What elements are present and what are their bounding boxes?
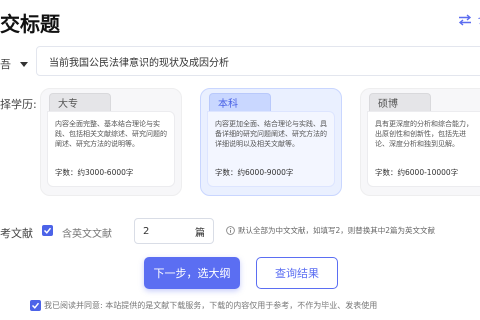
swap-arrows-icon: [458, 13, 472, 26]
education-label: 择学历:: [0, 98, 37, 111]
references-label: 考文献: [0, 227, 33, 240]
check-icon: [31, 302, 40, 309]
english-refs-count-input[interactable]: 2 篇: [134, 218, 214, 244]
check-icon: [43, 227, 52, 234]
language-value: 吾: [0, 58, 11, 71]
essay-form-page: 交标题 切 吾 当前我国公民法律意识的现状及成因分析 择学历: 大专 内容全面完…: [0, 0, 480, 320]
level-description: 内容更加全面、结合理论与实践、具备详细的研究问题阐述、研究方法的详细说明以及相关…: [215, 120, 327, 148]
next-step-button[interactable]: 下一步，选大纲: [144, 257, 240, 289]
page-title: 交标题: [0, 12, 60, 36]
level-card-body: 内容全面完整、基本结合理论与实践、包括相关文献综述、研究问题的阐述、研究方法的说…: [47, 111, 175, 187]
info-icon: [226, 226, 235, 235]
level-card-body: 内容更加全面、结合理论与实践、具备详细的研究问题阐述、研究方法的详细说明以及相关…: [207, 111, 335, 187]
english-refs-label: 含英文文献: [62, 229, 112, 240]
level-card-undergraduate[interactable]: 本科 内容更加全面、结合理论与实践、具备详细的研究问题阐述、研究方法的详细说明以…: [200, 88, 342, 196]
level-card-tab: 硕博: [369, 93, 431, 111]
language-select[interactable]: 吾: [0, 54, 28, 74]
level-card-tab: 大专: [49, 93, 111, 111]
query-results-button[interactable]: 查询结果: [256, 257, 338, 289]
level-card-graduate[interactable]: 硕博 具有更深度的分析和综合能力，出原创性和创新性，包括先进论、深度分析和独到见…: [360, 88, 480, 196]
level-description: 具有更深度的分析和综合能力，出原创性和创新性，包括先进论、深度分析和独到见解。: [375, 120, 473, 148]
agreement-text: 我已阅读并同意: 本站提供的是文献下载服务，下载的内容仅用于参考，不作为毕业、发…: [44, 301, 378, 310]
switch-mode-link[interactable]: 切: [458, 10, 480, 29]
level-word-count: 字数：约3000-6000字: [55, 168, 134, 177]
level-word-count: 字数：约6000-9000字: [215, 168, 294, 177]
english-refs-checkbox[interactable]: [42, 225, 53, 236]
level-description: 内容全面完整、基本结合理论与实践、包括相关文献综述、研究问题的阐述、研究方法的说…: [55, 120, 167, 148]
level-word-count: 字数：约6000-10000字: [375, 168, 459, 177]
english-refs-unit: 篇: [195, 227, 205, 239]
level-card-tab: 本科: [209, 93, 271, 111]
english-refs-count-value: 2: [143, 225, 150, 237]
level-card-junior-college[interactable]: 大专 内容全面完整、基本结合理论与实践、包括相关文献综述、研究问题的阐述、研究方…: [40, 88, 182, 196]
level-card-body: 具有更深度的分析和综合能力，出原创性和创新性，包括先进论、深度分析和独到见解。 …: [367, 111, 480, 187]
caret-down-icon: [20, 61, 28, 67]
topic-input[interactable]: 当前我国公民法律意识的现状及成因分析: [36, 46, 480, 76]
references-info-text: 默认全部为中文文献，如填写2，则替换其中2篇为英文文献: [238, 226, 436, 235]
agreement-checkbox[interactable]: [30, 300, 41, 311]
